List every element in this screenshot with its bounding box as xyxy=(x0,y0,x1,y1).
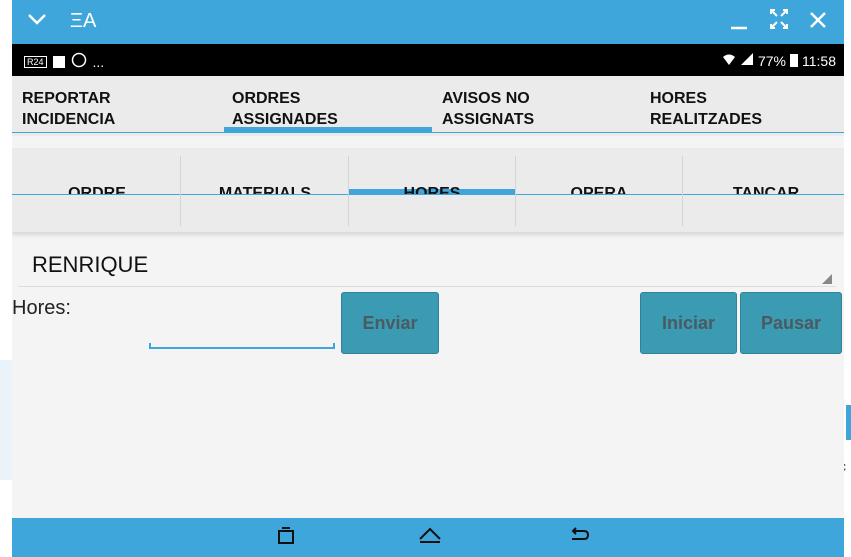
tab-ordres-assignades[interactable]: ORDRES ASSIGNADES xyxy=(232,88,338,130)
secondary-tab-bar: ORDRE MATERIALS HORES OPERA TANCAR xyxy=(12,148,844,232)
notification-icon: R24 xyxy=(24,55,47,68)
tab-label-line2: ASSIGNATS xyxy=(442,111,535,128)
tab-label-line1: ORDRES xyxy=(232,90,301,107)
image-notification-icon xyxy=(52,55,65,68)
hores-label: Hores: xyxy=(12,297,71,319)
window-title: ΞA xyxy=(70,10,97,32)
tab-opera[interactable]: OPERA xyxy=(516,184,682,194)
tab-ordre[interactable]: ORDRE xyxy=(14,184,180,194)
user-select[interactable]: RENRIQUE xyxy=(18,250,836,288)
title-bar: ΞA xyxy=(12,0,844,44)
user-select-underline xyxy=(18,286,836,287)
whatsapp-icon xyxy=(71,52,87,71)
iniciar-button[interactable]: Iniciar xyxy=(640,292,737,354)
tab-hores[interactable]: HORES xyxy=(349,184,515,194)
android-nav-bar xyxy=(12,518,844,557)
signal-icon xyxy=(740,52,754,69)
status-bar: R24 ... 77% 11:58 xyxy=(12,44,844,76)
backdrop-left xyxy=(0,360,12,480)
input-tick xyxy=(149,343,151,349)
clock: 11:58 xyxy=(802,52,836,69)
secondary-tab-line xyxy=(12,194,844,195)
tab-reportar-incidencia[interactable]: REPORTAR INCIDENCIA xyxy=(22,88,115,130)
tab-label-line1: HORES xyxy=(650,90,707,107)
tab-materials[interactable]: MATERIALS xyxy=(182,184,348,194)
tab-divider xyxy=(180,156,181,226)
tab-hores-realitzades[interactable]: HORES REALITZADES xyxy=(650,88,762,130)
dropdown-triangle-icon xyxy=(822,274,832,284)
minimize-button[interactable] xyxy=(728,6,750,38)
tab-label-line2: REALITZADES xyxy=(650,111,762,128)
close-button[interactable] xyxy=(807,6,829,38)
hores-input[interactable] xyxy=(149,300,339,350)
tab-label-line2: INCIDENCIA xyxy=(22,111,116,128)
back-icon[interactable] xyxy=(568,525,592,552)
battery-percent: 77% xyxy=(757,52,786,69)
hores-input-underline xyxy=(149,347,335,349)
enviar-button[interactable]: Enviar xyxy=(341,292,439,354)
pausar-button[interactable]: Pausar xyxy=(740,292,842,354)
app-window: ΞA R24 ... 77% 11:58 REPORTAR INCIDENCIA… xyxy=(12,0,844,557)
battery-icon xyxy=(790,54,798,67)
chevron-down-icon[interactable] xyxy=(26,8,48,36)
wifi-icon xyxy=(722,52,736,69)
backdrop-right-edge xyxy=(846,405,851,440)
recents-icon[interactable] xyxy=(275,525,297,552)
input-tick xyxy=(333,343,335,349)
maximize-button[interactable] xyxy=(768,6,790,38)
tab-tancar[interactable]: TANCAR xyxy=(683,184,844,194)
tab-label-line1: REPORTAR xyxy=(22,90,111,107)
tab-label-line1: AVISOS NO xyxy=(442,90,530,107)
user-select-value: RENRIQUE xyxy=(32,252,149,277)
more-notifications: ... xyxy=(92,53,105,70)
tab-avisos-no-assignats[interactable]: AVISOS NO ASSIGNATS xyxy=(442,88,534,130)
home-icon[interactable] xyxy=(417,525,443,552)
primary-tab-baseline xyxy=(12,132,844,133)
